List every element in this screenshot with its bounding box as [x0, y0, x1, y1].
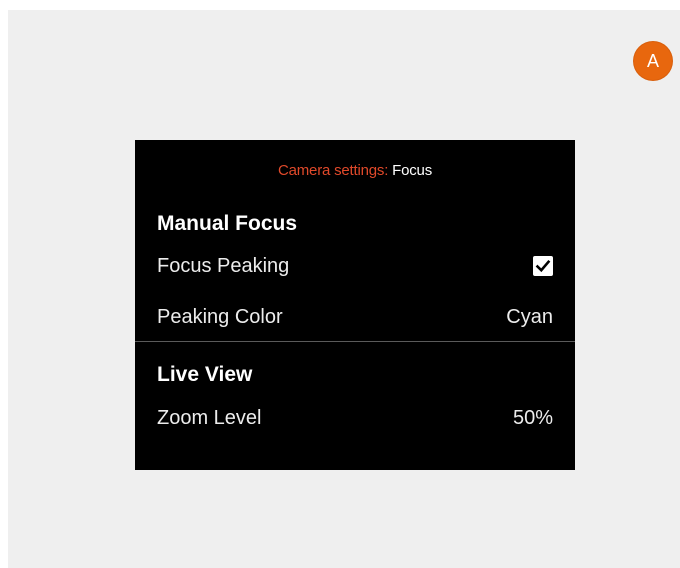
breadcrumb: Camera settings: Focus: [135, 162, 575, 179]
setting-label-peaking-color: Peaking Color: [157, 305, 283, 328]
marker-badge: A: [634, 42, 672, 80]
setting-row-peaking-color[interactable]: Peaking Color Cyan: [157, 300, 553, 334]
camera-settings-screen: Camera settings: Focus Manual Focus Focu…: [135, 140, 575, 470]
setting-value-zoom-level: 50%: [512, 406, 553, 429]
setting-label-zoom-level: Zoom Level: [157, 406, 262, 429]
marker-badge-label: A: [646, 51, 659, 71]
breadcrumb-parent: Camera settings:: [277, 162, 389, 179]
breadcrumb-current: Focus: [392, 162, 432, 179]
setting-row-focus-peaking[interactable]: Focus Peaking: [157, 249, 553, 283]
setting-label-focus-peaking: Focus Peaking: [157, 254, 290, 277]
checkmark-icon: [535, 259, 551, 273]
page-background: A Camera settings: Focus Manual Focus Fo…: [8, 10, 680, 568]
section-title-manual-focus: Manual Focus: [157, 212, 298, 235]
setting-row-zoom-level[interactable]: Zoom Level 50%: [157, 401, 553, 435]
section-title-live-view: Live View: [157, 363, 253, 386]
section-divider: [135, 341, 575, 342]
focus-peaking-checkbox[interactable]: [533, 256, 553, 276]
setting-value-peaking-color: Cyan: [506, 305, 553, 328]
